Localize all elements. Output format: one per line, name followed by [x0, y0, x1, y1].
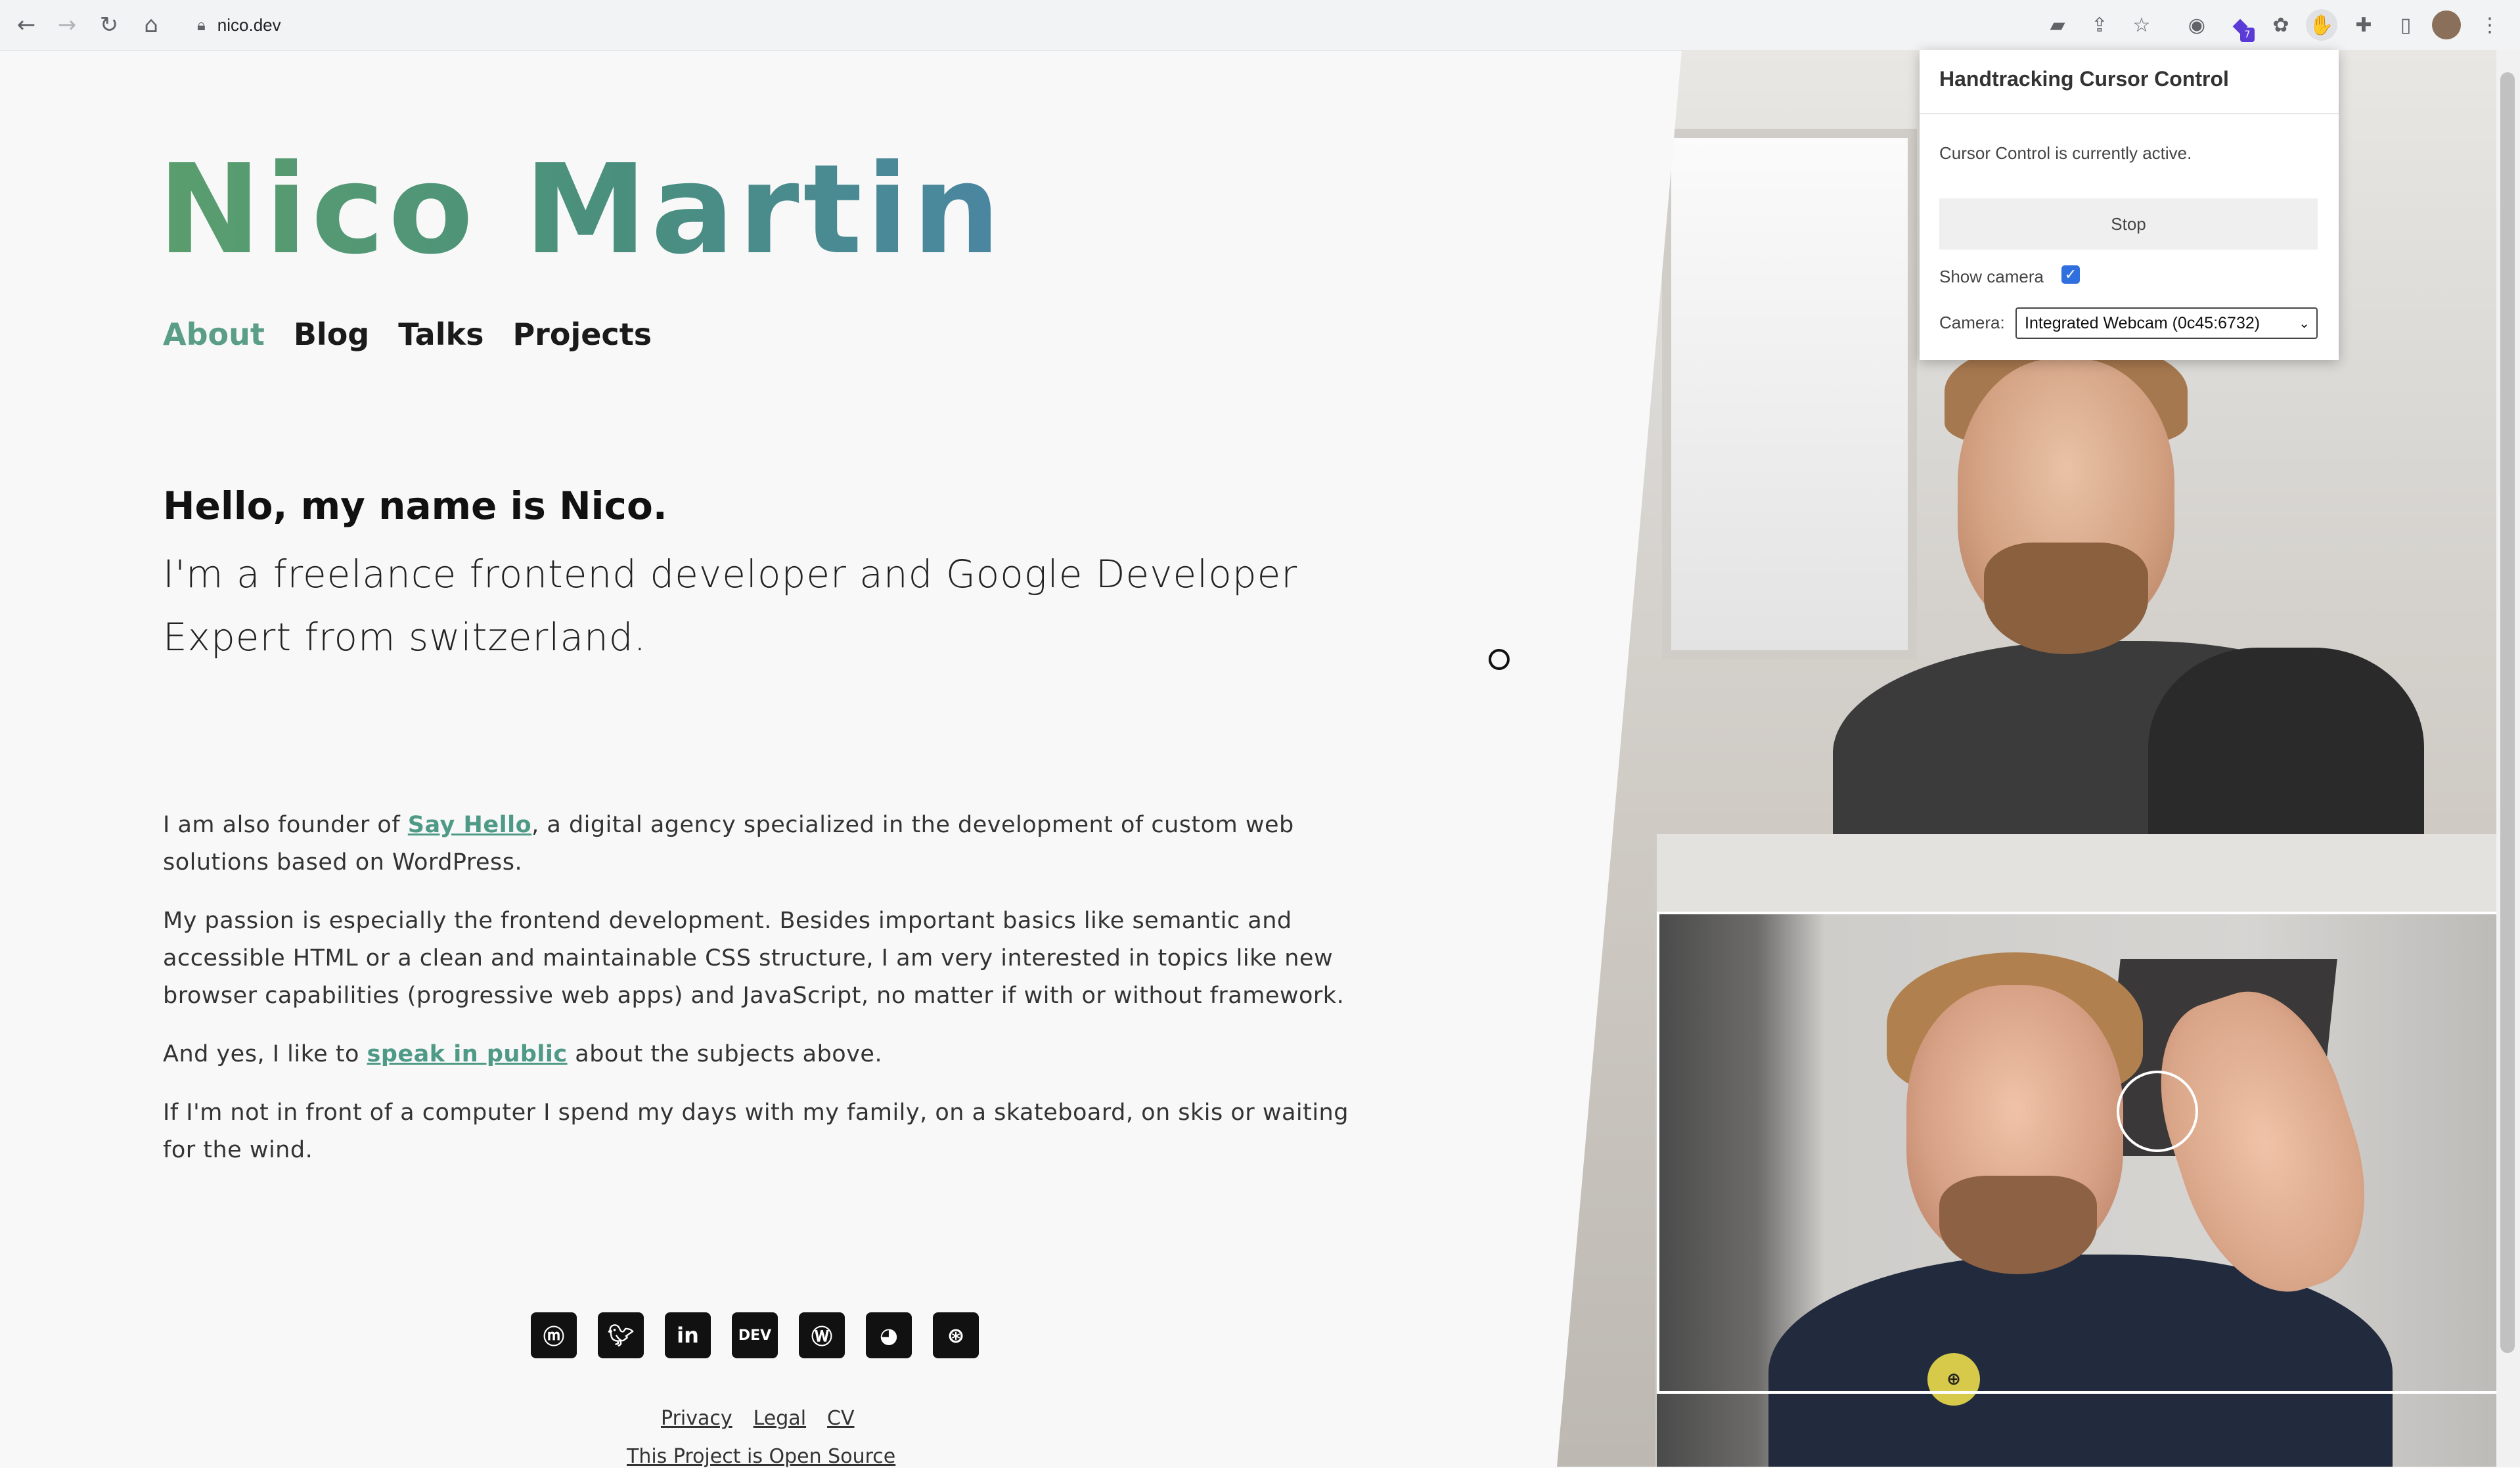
privacy-link[interactable]: Privacy — [661, 1407, 732, 1430]
speak-in-public-link[interactable]: speak in public — [367, 1041, 568, 1067]
extension-icon[interactable]: ◉ — [2181, 9, 2213, 41]
popup-title: Handtracking Cursor Control — [1939, 67, 2229, 91]
mastodon-icon[interactable]: ⓜ — [531, 1312, 577, 1358]
camera-select-value: Integrated Webcam (0c45:6732) — [2025, 313, 2261, 332]
nav-projects[interactable]: Projects — [512, 317, 652, 352]
url-text: nico.dev — [217, 14, 281, 35]
extension-popup: Handtracking Cursor Control Cursor Contr… — [1920, 50, 2339, 360]
intro-heading: Hello, my name is Nico. — [163, 483, 667, 528]
camera-icon[interactable]: ▰ — [2042, 9, 2073, 41]
say-hello-link[interactable]: Say Hello — [408, 812, 531, 838]
tracking-frame — [1657, 912, 2498, 1394]
nav-about[interactable]: About — [163, 317, 265, 352]
extension-icon[interactable]: ✿ — [2265, 9, 2297, 41]
cv-link[interactable]: CV — [827, 1407, 854, 1430]
paragraph: I am also founder of Say Hello, a digita… — [163, 807, 1359, 881]
nav-talks[interactable]: Talks — [398, 317, 484, 352]
avatar[interactable] — [2432, 11, 2461, 39]
star-icon[interactable]: ☆ — [2126, 9, 2157, 41]
stop-button[interactable]: Stop — [1939, 198, 2318, 250]
dribbble-icon[interactable]: ⊛ — [933, 1312, 979, 1358]
webcam-ceiling — [1657, 834, 2498, 913]
photo-beard — [1984, 543, 2148, 654]
hand-cursor-ring — [2117, 1071, 2198, 1152]
text: And yes, I like to — [163, 1041, 367, 1067]
about-text: I am also founder of Say Hello, a digita… — [163, 807, 1359, 1190]
paragraph: And yes, I like to speak in public about… — [163, 1036, 1359, 1073]
forward-icon[interactable]: → — [51, 9, 83, 41]
share-icon[interactable]: ⇪ — [2084, 9, 2115, 41]
show-camera-checkbox[interactable]: ✓ — [2061, 265, 2080, 284]
lock-icon: 🔒︎ — [197, 16, 206, 34]
nav-blog[interactable]: Blog — [294, 317, 369, 352]
footer-oss: This Project is Open Source — [627, 1445, 895, 1468]
hand-cursor-icon — [1489, 649, 1510, 670]
camera-label: Camera: — [1939, 313, 2005, 332]
divider — [1920, 113, 2339, 114]
main-nav: About Blog Talks Projects — [163, 317, 652, 352]
side-panel-icon[interactable]: ▯ — [2390, 9, 2421, 41]
footer-links: Privacy Legal CV — [661, 1407, 855, 1430]
back-icon[interactable]: ← — [11, 9, 42, 41]
site-title: Nico Martin — [158, 138, 1004, 282]
dev-icon[interactable]: DEV — [732, 1312, 778, 1358]
social-links: ⓜ 🐦︎ in DEV Ⓦ ◕ ⊛ — [531, 1312, 979, 1358]
chevron-down-icon: ⌄ — [2299, 316, 2310, 331]
legal-link[interactable]: Legal — [754, 1407, 806, 1430]
show-camera-label: Show camera — [1939, 267, 2044, 286]
status-text: Cursor Control is currently active. — [1939, 143, 2192, 163]
paragraph: My passion is especially the frontend de… — [163, 908, 1345, 1009]
reload-icon[interactable]: ↻ — [93, 9, 125, 41]
extension-badge: 7 — [2240, 28, 2255, 42]
extension-icon[interactable]: ✋ — [2306, 9, 2337, 41]
address-bar[interactable]: 🔒︎ nico.dev — [181, 7, 2021, 43]
browser-toolbar: ← → ↻ ⌂ 🔒︎ nico.dev ▰ ⇪ ☆ ◉ ◆ 7 ✿ ✋ ✚ ▯ … — [0, 0, 2520, 51]
photo-window — [1662, 129, 1917, 659]
open-source-link[interactable]: This Project is Open Source — [627, 1445, 895, 1468]
text: about the subjects above. — [567, 1041, 883, 1067]
menu-icon[interactable]: ⋮ — [2474, 9, 2506, 41]
webcam-preview: ⊕ — [1655, 834, 2498, 1467]
camera-select[interactable]: Integrated Webcam (0c45:6732) ⌄ — [2015, 307, 2318, 339]
github-icon[interactable]: ◕ — [866, 1312, 912, 1358]
scrollbar-thumb[interactable] — [2500, 72, 2515, 1353]
paragraph: If I'm not in front of a computer I spen… — [163, 1100, 1349, 1163]
linkedin-icon[interactable]: in — [665, 1312, 711, 1358]
text: I am also founder of — [163, 812, 408, 838]
home-icon[interactable]: ⌂ — [135, 9, 167, 41]
wordpress-icon[interactable]: Ⓦ — [799, 1312, 845, 1358]
puzzle-icon[interactable]: ✚ — [2348, 9, 2379, 41]
intro-text: I'm a freelance frontend developer and G… — [163, 552, 1298, 659]
twitter-icon[interactable]: 🐦︎ — [598, 1312, 644, 1358]
